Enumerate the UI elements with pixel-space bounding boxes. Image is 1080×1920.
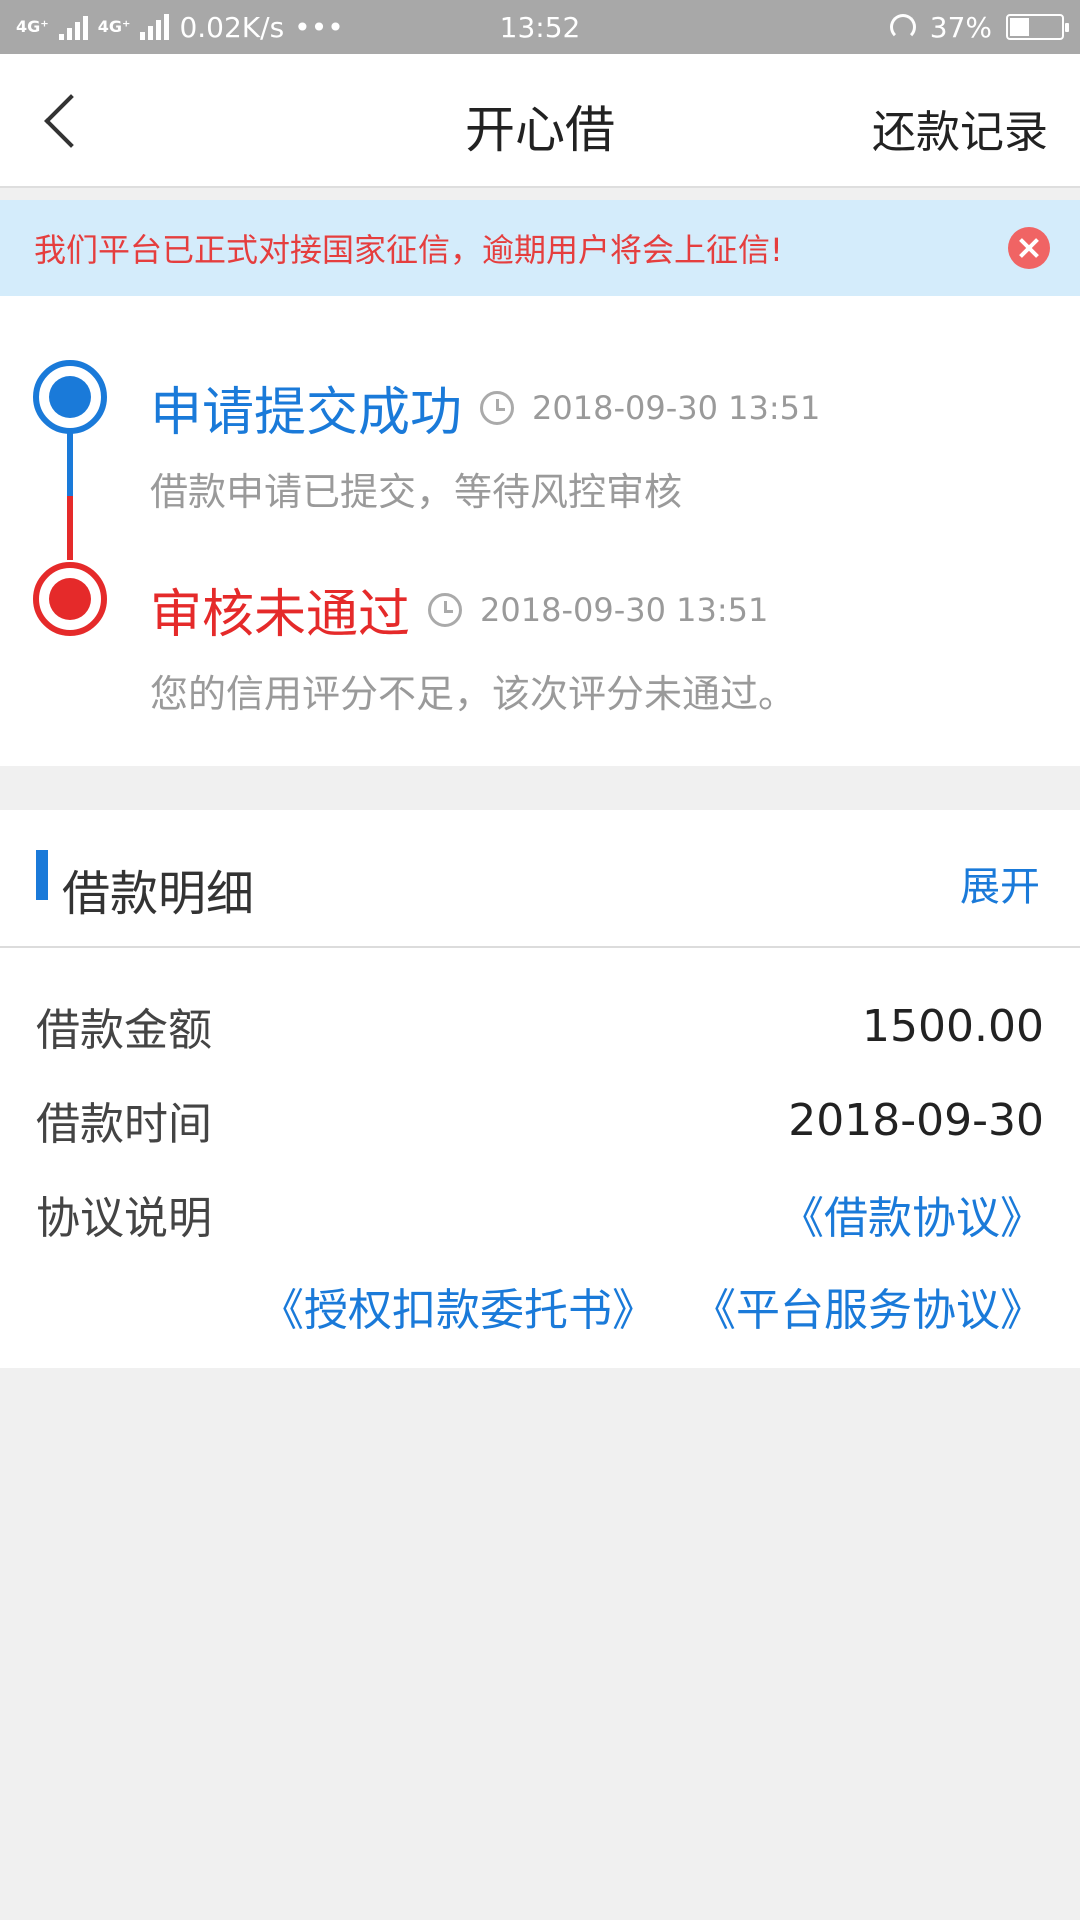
expand-button[interactable]: 展开 <box>960 854 1040 912</box>
loan-amount-value: 1500.00 <box>862 1000 1044 1052</box>
agreement-row: 协议说明 《借款协议》 <box>36 1174 1044 1254</box>
battery-fill <box>1010 18 1029 36</box>
debit-authorization-link[interactable]: 《授权扣款委托书》 <box>260 1274 656 1338</box>
credit-notice-banner: 我们平台已正式对接国家征信，逾期用户将会上征信! <box>0 200 1080 296</box>
row-label: 借款金额 <box>36 1005 212 1056</box>
app-header: 开心借 还款记录 <box>0 54 1080 188</box>
more-dots: ••• <box>294 10 344 44</box>
loan-agreement-link[interactable]: 《借款协议》 <box>780 1182 1044 1246</box>
row-label: 协议说明 <box>36 1193 212 1244</box>
loan-time-value: 2018-09-30 <box>788 1094 1044 1146</box>
status-left: 4G⁺ 4G⁺ 0.02K/s ••• <box>16 11 416 44</box>
section-accent-bar <box>36 850 48 900</box>
network-label-1: 4G⁺ <box>16 17 49 36</box>
status-right: 37% <box>664 10 1069 44</box>
timeline-desc: 借款申请已提交，等待风控审核 <box>150 470 683 514</box>
timeline-item-submitted: 申请提交成功 2018-09-30 13:51 借款申请已提交，等待风控审核 <box>150 370 820 516</box>
network-indicator: 4G⁺ <box>16 19 49 35</box>
loan-detail-card: 借款明细 展开 借款金额 1500.00 借款时间 2018-09-30 协议说… <box>0 810 1080 1368</box>
timeline-status: 申请提交成功 <box>150 383 463 443</box>
loan-amount-row: 借款金额 1500.00 <box>36 986 1044 1066</box>
loan-time-row: 借款时间 2018-09-30 <box>36 1080 1044 1160</box>
clock-icon <box>480 390 515 425</box>
timeline-dot-submitted <box>33 360 107 434</box>
timeline-desc: 您的信用评分不足，该次评分未通过。 <box>150 672 797 716</box>
battery-percent: 37% <box>929 10 992 44</box>
network-speed: 0.02K/s <box>179 10 285 44</box>
battery-icon <box>1006 14 1069 40</box>
application-timeline: 申请提交成功 2018-09-30 13:51 借款申请已提交，等待风控审核 审… <box>0 296 1080 766</box>
timeline-time: 2018-09-30 13:51 <box>532 388 821 427</box>
status-bar: 4G⁺ 4G⁺ 0.02K/s ••• 13:52 37% <box>0 0 1080 54</box>
signal-icon-2 <box>140 14 170 40</box>
agreement-links-row: 《授权扣款委托书》 《平台服务协议》 <box>36 1266 1044 1346</box>
row-label: 借款时间 <box>36 1099 212 1150</box>
timeline-time: 2018-09-30 13:51 <box>480 590 769 629</box>
timeline-connector-red <box>67 496 73 560</box>
section-title: 借款明细 <box>62 866 255 922</box>
network-label-2: 4G⁺ <box>97 17 131 36</box>
timeline-item-rejected: 审核未通过 2018-09-30 13:51 您的信用评分不足，该次评分未通过。 <box>150 572 796 718</box>
close-icon[interactable] <box>1008 227 1050 269</box>
repayment-record-link[interactable]: 还款记录 <box>872 96 1048 160</box>
timeline-dot-rejected <box>33 562 107 636</box>
loan-detail-header: 借款明细 展开 <box>0 810 1080 948</box>
clock-icon <box>428 592 463 627</box>
headset-icon <box>889 14 916 40</box>
timeline-status: 审核未通过 <box>150 585 411 645</box>
notice-text: 我们平台已正式对接国家征信，逾期用户将会上征信! <box>34 231 783 269</box>
status-time: 13:52 <box>499 10 581 44</box>
platform-service-agreement-link[interactable]: 《平台服务协议》 <box>692 1274 1044 1338</box>
signal-icon <box>58 14 88 40</box>
